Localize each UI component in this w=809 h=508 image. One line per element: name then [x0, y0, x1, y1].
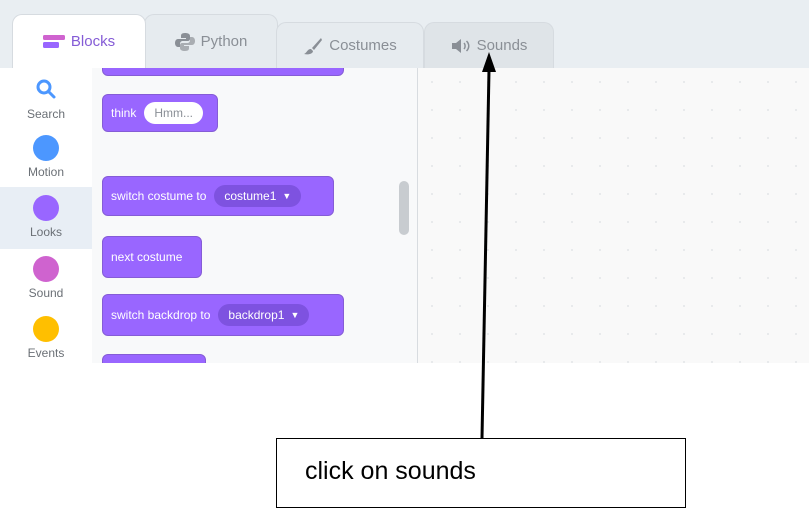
tab-blocks[interactable]: Blocks — [12, 14, 146, 68]
callout-box: click on sounds — [276, 438, 686, 508]
annotation-arrow — [480, 52, 496, 439]
callout-text: click on sounds — [305, 457, 476, 485]
tab-blocks-label: Blocks — [70, 33, 116, 50]
blocks-icon — [42, 34, 65, 49]
